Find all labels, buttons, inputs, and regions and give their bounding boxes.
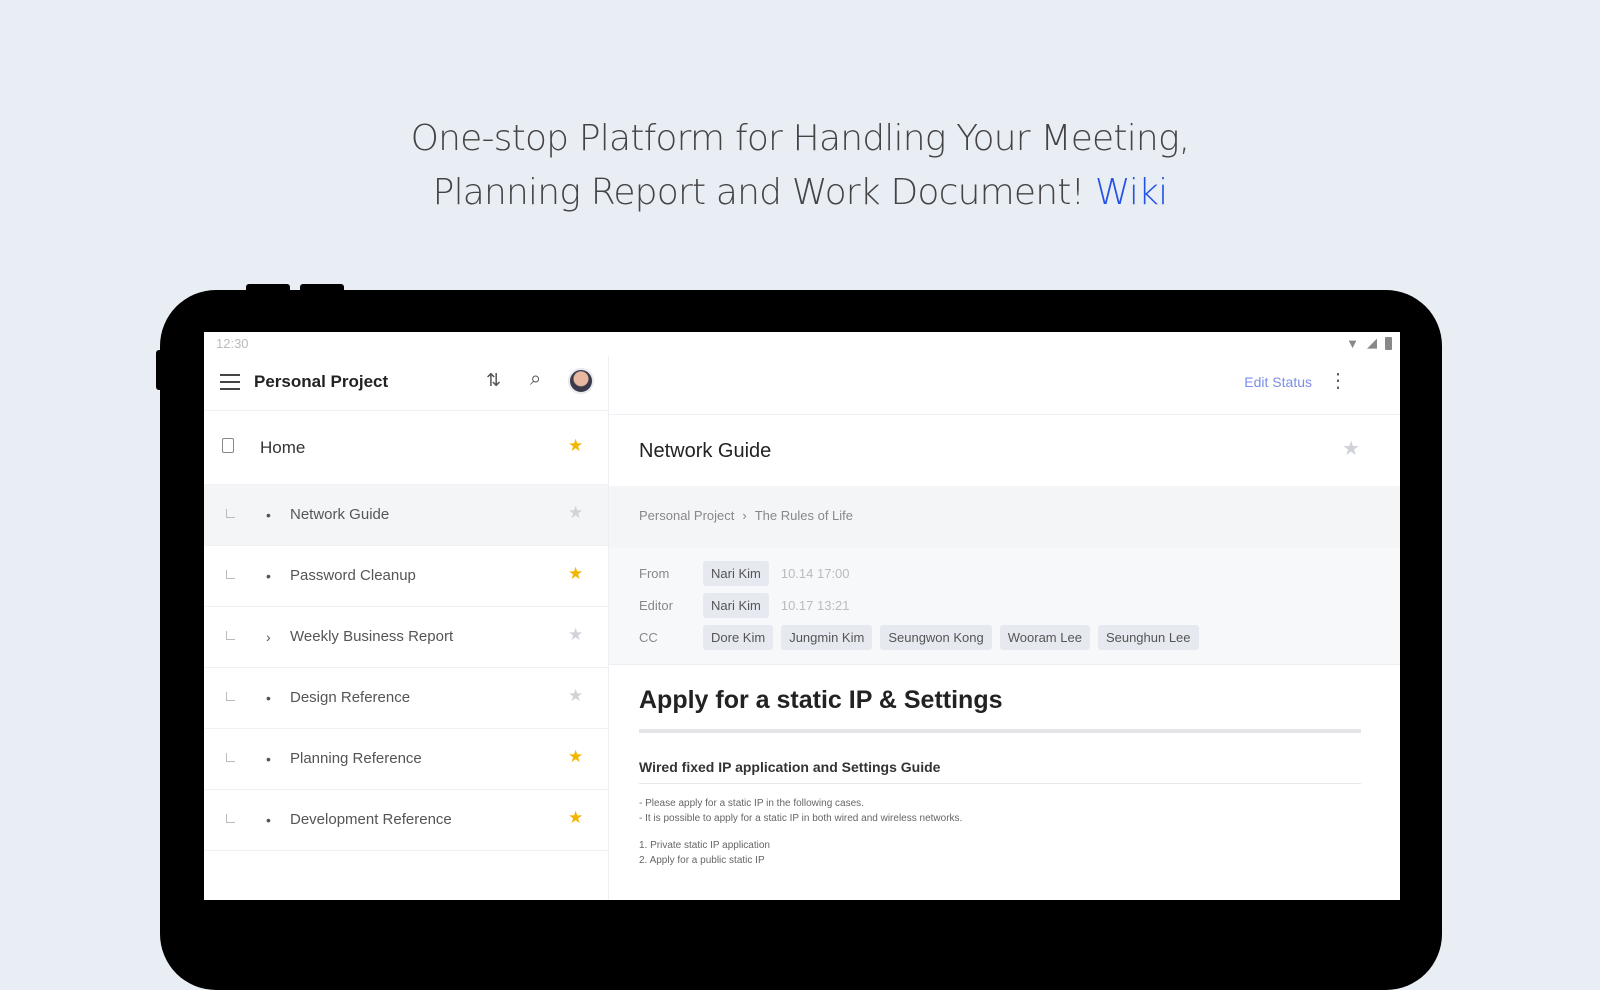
content-heading: Apply for a static IP & Settings [639, 686, 1003, 714]
chevron-right-icon: › [742, 508, 747, 523]
status-bar: 12:30 ▼ ◢ [204, 332, 1400, 356]
device-button [300, 284, 344, 294]
signal-icon: ◢ [1367, 335, 1377, 350]
bullet-icon: • [266, 507, 271, 523]
step-line: 1. Private static IP application [639, 840, 770, 851]
tree-branch-icon [226, 753, 235, 762]
nav-item-design-reference[interactable]: • Design Reference ★ [204, 668, 608, 729]
content-subheading: Wired fixed IP application and Settings … [639, 759, 941, 775]
app-screen: 12:30 ▼ ◢ Personal Project ⇅ ⌕ Home ★ • … [204, 332, 1400, 900]
bullet-icon: • [266, 690, 271, 706]
status-icons: ▼ ◢ [1346, 335, 1392, 351]
nav-item-weekly-business-report[interactable]: › Weekly Business Report ★ [204, 607, 608, 668]
wifi-icon: ▼ [1346, 335, 1359, 351]
bullet-icon: • [266, 812, 271, 828]
meta-label: Editor [639, 597, 673, 613]
meta-label: From [639, 565, 670, 581]
avatar[interactable] [568, 368, 594, 394]
timestamp: 10.14 17:00 [780, 565, 850, 581]
content-paragraph: 1. Private static IP application 2. Appl… [639, 838, 1361, 868]
breadcrumb-item[interactable]: Personal Project [639, 508, 734, 523]
page-tree: Home ★ • Network Guide ★ • Password Clea… [204, 412, 608, 851]
bullet-icon: • [266, 568, 271, 584]
document-meta: From Nari Kim 10.14 17:00 Editor Nari Ki… [609, 548, 1400, 665]
nav-item-label: Password Cleanup [290, 567, 416, 584]
star-icon[interactable]: ★ [568, 808, 583, 828]
menu-icon[interactable] [220, 374, 240, 390]
breadcrumb-item[interactable]: The Rules of Life [755, 508, 853, 523]
user-chip[interactable]: Wooram Lee [999, 624, 1090, 650]
nav-item-label: Development Reference [290, 811, 452, 828]
star-icon[interactable]: ★ [568, 564, 583, 584]
search-icon[interactable]: ⌕ [530, 368, 541, 391]
bullet-icon: • [266, 751, 271, 767]
user-chip[interactable]: Seungwon Kong [880, 624, 992, 650]
document-panel: Edit Status ⋮ Network Guide ★ Personal P… [609, 356, 1400, 900]
sort-icon[interactable]: ⇅ [486, 370, 501, 391]
nav-item-planning-reference[interactable]: • Planning Reference ★ [204, 729, 608, 790]
star-icon[interactable]: ★ [568, 503, 583, 523]
bullet-line: - It is possible to apply for a static I… [639, 813, 963, 824]
user-chip[interactable]: Nari Kim [703, 560, 769, 586]
star-icon[interactable]: ★ [568, 686, 583, 706]
tree-branch-icon [226, 814, 235, 823]
nav-item-network-guide[interactable]: • Network Guide ★ [204, 485, 608, 546]
expand-chevron-icon[interactable]: › [266, 629, 271, 645]
sidebar: Personal Project ⇅ ⌕ Home ★ • Network Gu… [204, 356, 609, 900]
star-icon[interactable]: ★ [568, 436, 583, 456]
document-title: Network Guide [639, 440, 772, 462]
headline-line-2: Planning Report and Work Document! Wiki [0, 166, 1600, 220]
device-button [156, 350, 164, 390]
headline-line-1: One-stop Platform for Handling Your Meet… [410, 118, 1191, 159]
nav-item-password-cleanup[interactable]: • Password Cleanup ★ [204, 546, 608, 607]
star-icon[interactable]: ★ [1342, 436, 1360, 461]
timestamp: 10.17 13:21 [780, 597, 850, 613]
breadcrumb: Personal Project › The Rules of Life [609, 486, 1400, 549]
tree-branch-icon [226, 692, 235, 701]
headline-accent: Wiki [1094, 172, 1168, 213]
user-chip[interactable]: Seunghun Lee [1097, 624, 1199, 650]
document-toolbar: Edit Status ⋮ [609, 356, 1400, 415]
status-time: 12:30 [216, 336, 249, 351]
more-options-icon[interactable]: ⋮ [1328, 368, 1348, 393]
bullet-line: - Please apply for a static IP in the fo… [639, 798, 864, 809]
divider [639, 783, 1361, 784]
meta-editor-row: Editor Nari Kim 10.17 13:21 [639, 592, 850, 618]
sidebar-toolbar: Personal Project ⇅ ⌕ [204, 356, 608, 411]
user-chip[interactable]: Dore Kim [703, 624, 774, 650]
divider [639, 729, 1361, 733]
document-header: Network Guide ★ [609, 414, 1400, 487]
nav-item-development-reference[interactable]: • Development Reference ★ [204, 790, 608, 851]
headline-line-2-text: Planning Report and Work Document! [432, 172, 1085, 213]
nav-item-label: Weekly Business Report [290, 628, 454, 645]
nav-item-label: Planning Reference [290, 750, 422, 767]
user-chip[interactable]: Jungmin Kim [781, 624, 873, 650]
user-chip[interactable]: Nari Kim [703, 592, 769, 618]
battery-icon [1385, 336, 1392, 350]
nav-item-label: Design Reference [290, 689, 411, 706]
headline: One-stop Platform for Handling Your Meet… [0, 112, 1600, 220]
device-button [246, 284, 290, 294]
meta-cc-row: CC Dore Kim Jungmin Kim Seungwon Kong Wo… [639, 624, 1199, 650]
star-icon[interactable]: ★ [568, 625, 583, 645]
meta-from-row: From Nari Kim 10.14 17:00 [639, 560, 850, 586]
step-line: 2. Apply for a public static IP [639, 855, 765, 866]
tree-branch-icon [226, 631, 235, 640]
document-icon [222, 438, 234, 453]
tree-branch-icon [226, 570, 235, 579]
nav-item-label: Home [260, 438, 306, 457]
document-body: Apply for a static IP & Settings Wired f… [639, 686, 1361, 868]
nav-item-home[interactable]: Home ★ [204, 412, 608, 485]
project-title: Personal Project [254, 372, 389, 391]
meta-label: CC [639, 629, 658, 645]
nav-item-label: Network Guide [290, 506, 390, 523]
tree-branch-icon [226, 509, 235, 518]
star-icon[interactable]: ★ [568, 747, 583, 767]
content-paragraph: - Please apply for a static IP in the fo… [639, 796, 1361, 826]
edit-status-button[interactable]: Edit Status [1244, 374, 1312, 390]
